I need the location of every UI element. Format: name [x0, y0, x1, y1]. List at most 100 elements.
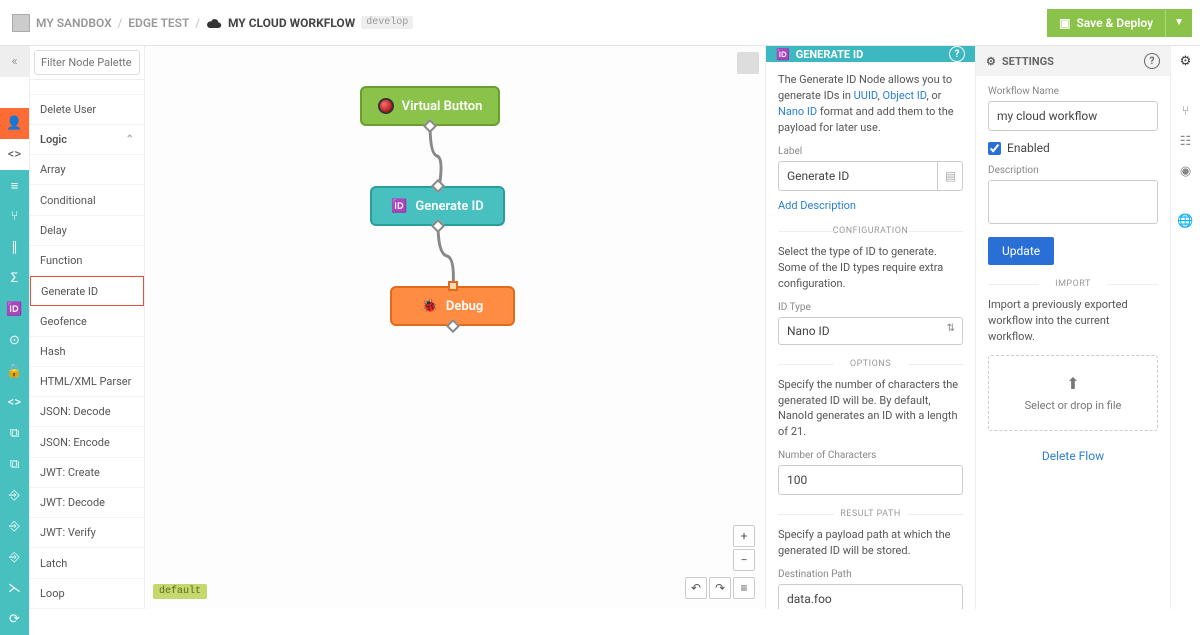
conditional-icon[interactable]: ⑂ [0, 201, 29, 232]
dropzone-label: Select or drop in file [1025, 399, 1122, 412]
save-deploy-dropdown[interactable]: ▼ [1165, 9, 1192, 37]
right-rail: ⚙ ⑂ ☷ ◉ 🌐 [1170, 46, 1200, 609]
config-intro: The Generate ID Node allows you to gener… [778, 72, 963, 136]
numchars-input[interactable] [778, 465, 963, 495]
palette-item-array[interactable]: Array [30, 155, 144, 185]
palette-item-function[interactable]: Function [30, 246, 144, 276]
main: « 👤 <> ≡ ⑂ ∥ Σ 🆔 ⊙ 🔒 <> ⧉ ⧉ ⎆ ⎆ ⎆ ⋋ ⟳ De… [0, 46, 1200, 609]
rail-spacer [0, 77, 29, 108]
workflow-canvas[interactable]: Virtual Button 🆔 Generate ID 🐞 Debug def… [145, 46, 765, 609]
section-options: OPTIONS [778, 359, 963, 369]
enabled-checkbox-wrap[interactable]: Enabled [988, 141, 1158, 155]
redo-button[interactable]: ↷ [709, 577, 731, 599]
breadcrumb-sandbox[interactable]: MY SANDBOX [36, 16, 112, 30]
palette-item-geofence[interactable]: Geofence [30, 306, 144, 336]
output-port[interactable] [430, 219, 444, 233]
branch-icon[interactable]: ⑂ [1171, 96, 1200, 126]
jwt-verify-icon[interactable]: ⎆ [0, 542, 29, 573]
delete-user-icon[interactable]: 👤 [0, 108, 29, 139]
workflow-name-input[interactable] [988, 101, 1158, 131]
geofence-icon[interactable]: ⊙ [0, 325, 29, 356]
hash-icon[interactable]: 🔒 [0, 356, 29, 387]
palette-item-jwt-create[interactable]: JWT: Create [30, 458, 144, 488]
upload-icon: ⬆ [997, 374, 1149, 393]
save-deploy-button[interactable]: ▣ Save & Deploy [1047, 9, 1165, 37]
palette-filter-input[interactable] [34, 50, 140, 75]
label-input[interactable] [778, 161, 963, 191]
menu-button[interactable]: ≡ [733, 577, 755, 599]
palette-item-conditional[interactable]: Conditional [30, 185, 144, 215]
output-port[interactable] [445, 319, 459, 333]
input-port[interactable] [448, 281, 458, 291]
collapse-palette-icon[interactable]: « [0, 46, 29, 77]
logic-category-icon[interactable]: <> [0, 139, 29, 170]
link-objectid[interactable]: Object ID [883, 89, 927, 102]
palette-item-loop[interactable]: Loop [30, 579, 144, 609]
options-help-text: Specify the number of characters the gen… [778, 377, 963, 441]
node-virtual-button[interactable]: Virtual Button [360, 86, 500, 126]
description-textarea[interactable] [988, 180, 1158, 224]
zoom-out-button[interactable]: − [733, 549, 755, 571]
node-label: Debug [446, 299, 483, 314]
section-import: IMPORT [988, 279, 1158, 289]
import-dropzone[interactable]: ⬆ Select or drop in file [988, 355, 1158, 431]
idtype-select[interactable]: Nano ID [778, 317, 963, 345]
id-card-icon: 🆔 [776, 48, 790, 61]
breadcrumb-project[interactable]: EDGE TEST [128, 16, 189, 30]
palette-filter-wrap [30, 46, 144, 80]
palette-item-delay[interactable]: Delay [30, 216, 144, 246]
update-button[interactable]: Update [988, 237, 1054, 265]
idtype-lbl: ID Type [778, 302, 963, 313]
array-icon[interactable]: ≡ [0, 170, 29, 201]
palette-item-json-decode[interactable]: JSON: Decode [30, 397, 144, 427]
palette-item-jwt-verify[interactable]: JWT: Verify [30, 518, 144, 548]
section-configuration: CONFIGURATION [778, 226, 963, 236]
breadcrumb-workflow[interactable]: MY CLOUD WORKFLOW [228, 16, 355, 30]
generate-id-icon[interactable]: 🆔 [0, 294, 29, 325]
palette-item-json-encode[interactable]: JSON: Encode [30, 427, 144, 457]
palette-item-jwt-decode[interactable]: JWT: Decode [30, 488, 144, 518]
help-icon[interactable]: ? [949, 46, 965, 62]
palette-item-latch[interactable]: Latch [30, 548, 144, 578]
jwt-create-icon[interactable]: ⎆ [0, 480, 29, 511]
latch-icon[interactable]: ⋋ [0, 573, 29, 604]
node-generate-id[interactable]: 🆔 Generate ID [370, 186, 505, 226]
delay-icon[interactable]: ∥ [0, 232, 29, 263]
palette-item-hash[interactable]: Hash [30, 337, 144, 367]
link-nanoid[interactable]: Nano ID [778, 105, 817, 118]
node-debug[interactable]: 🐞 Debug [390, 286, 515, 326]
json-decode-icon[interactable]: ⧉ [0, 418, 29, 449]
palette-category-logic[interactable]: Logic ⌃ [30, 125, 144, 155]
input-port[interactable] [430, 179, 444, 193]
result-help-text: Specify a payload path at which the gene… [778, 527, 963, 559]
palette-item-generate-id[interactable]: Generate ID [30, 276, 144, 306]
enabled-checkbox[interactable] [988, 142, 1001, 155]
canvas-toolbar-button[interactable] [737, 52, 759, 74]
help-icon[interactable]: ? [1144, 53, 1160, 69]
disk-icon[interactable]: ◉ [1171, 156, 1200, 186]
template-icon[interactable]: ▤ [937, 161, 963, 191]
zoom-in-button[interactable]: + [733, 525, 755, 547]
function-icon[interactable]: Σ [0, 263, 29, 294]
palette-item-delete-user[interactable]: Delete User [30, 95, 144, 125]
default-badge: default [153, 584, 207, 599]
html-parser-icon[interactable]: <> [0, 387, 29, 418]
delete-flow-link[interactable]: Delete Flow [988, 449, 1158, 463]
globe-icon[interactable]: 🌐 [1171, 206, 1200, 236]
canvas-controls: + − ↶ ↷ ≡ [685, 525, 755, 599]
settings-panel: ⚙ SETTINGS ? Workflow Name Enabled Descr… [975, 46, 1170, 609]
chevron-up-icon: ⌃ [126, 134, 134, 145]
jwt-decode-icon[interactable]: ⎆ [0, 511, 29, 542]
palette-item-html-xml-parser[interactable]: HTML/XML Parser [30, 367, 144, 397]
header: MY SANDBOX / EDGE TEST / MY CLOUD WORKFL… [0, 0, 1200, 46]
add-description-link[interactable]: Add Description [778, 199, 856, 212]
undo-button[interactable]: ↶ [685, 577, 707, 599]
node-palette: Delete User Logic ⌃ Array Conditional De… [30, 46, 145, 609]
avatar [12, 14, 30, 32]
json-encode-icon[interactable]: ⧉ [0, 449, 29, 480]
gear-icon[interactable]: ⚙ [1171, 46, 1200, 76]
database-icon[interactable]: ☷ [1171, 126, 1200, 156]
output-port[interactable] [423, 119, 437, 133]
link-uuid[interactable]: UUID [854, 89, 878, 102]
destpath-input[interactable] [778, 584, 963, 609]
